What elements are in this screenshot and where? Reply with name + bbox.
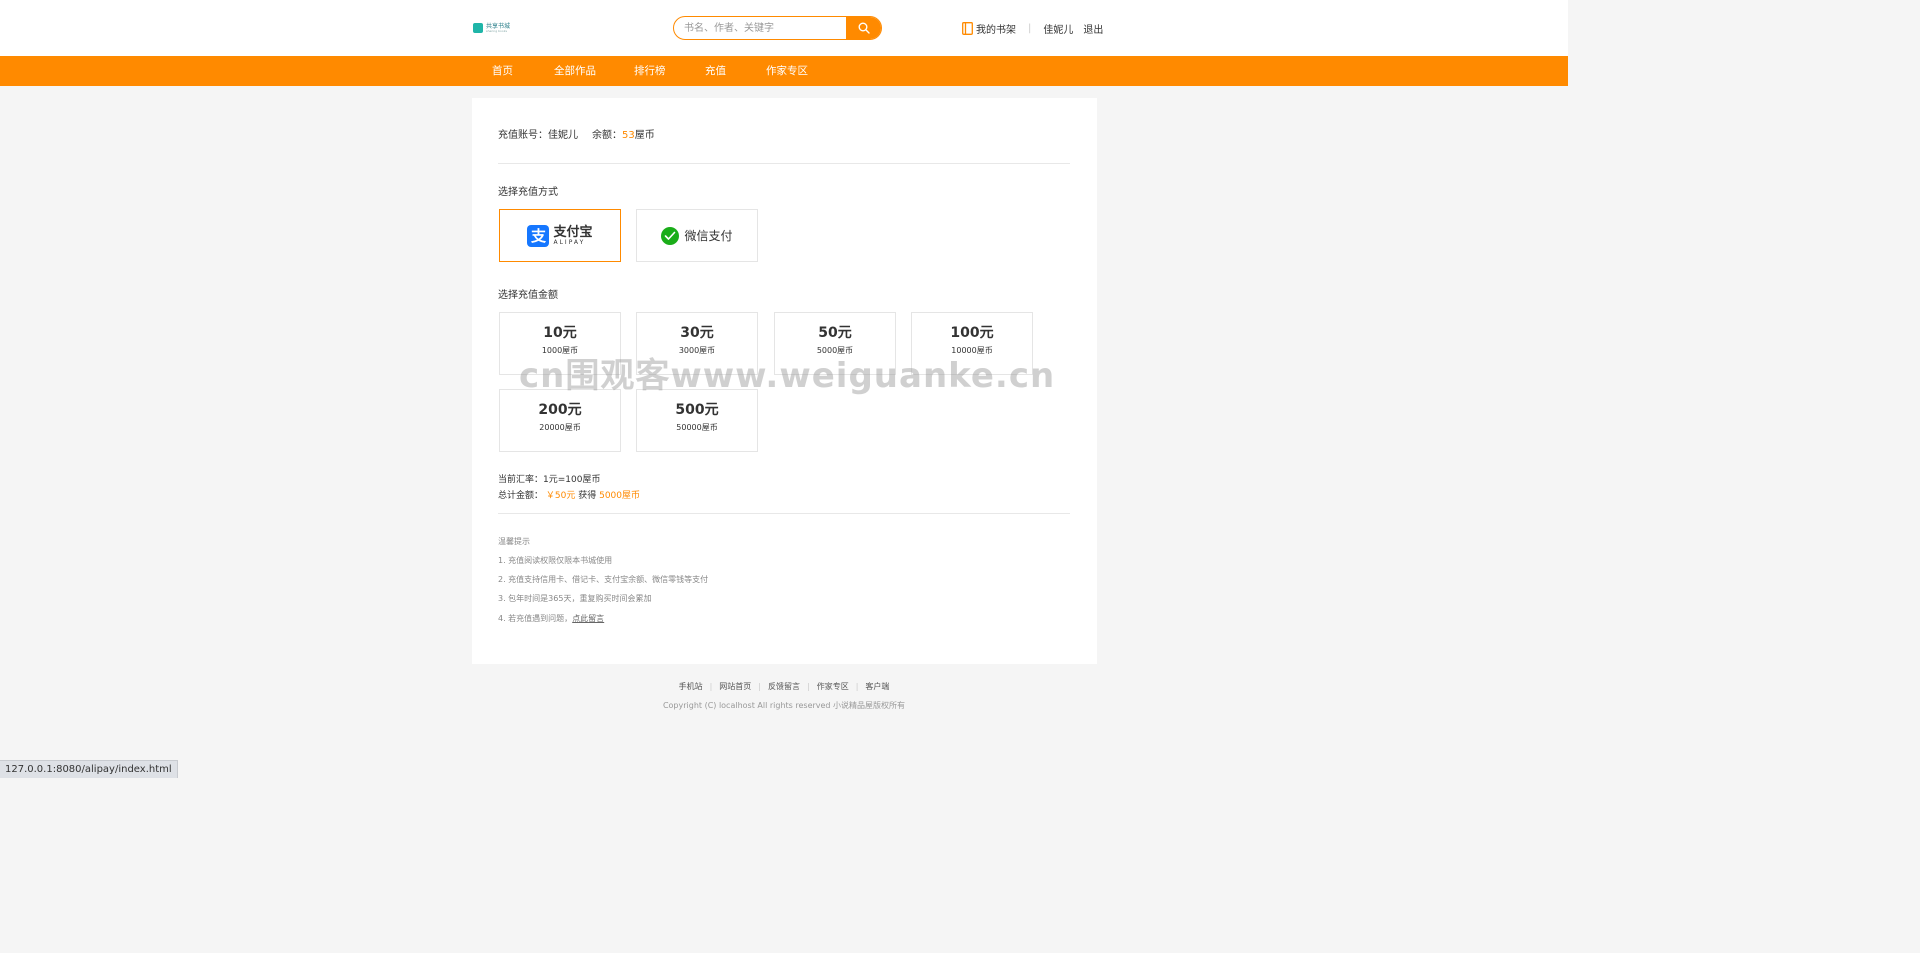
amount-coins: 5000屋币 [816, 346, 854, 355]
rate-value: 1元=100屋币 [543, 475, 601, 485]
alipay-label: 支付宝 [553, 224, 593, 240]
balance-label: 余额： [592, 130, 622, 141]
logout-link[interactable]: 退出 [1083, 21, 1103, 36]
amount-coins: 10000屋币 [951, 346, 993, 355]
bookshelf-icon [962, 21, 973, 35]
rate-label: 当前汇率： [498, 475, 544, 485]
logo-subtext: sharing books [486, 28, 508, 33]
tip-line: 2. 充值支持信用卡、借记卡、支付宝余额、微信零钱等支付 [498, 575, 709, 584]
get-value: 5000屋币 [599, 491, 641, 501]
footer-link-home[interactable]: 网站首页 [719, 682, 751, 691]
nav-item-recharge[interactable]: 充值 [705, 56, 726, 86]
amount-coins: 1000屋币 [541, 346, 579, 355]
search-button[interactable] [846, 17, 881, 39]
watermark: cn围观客www.weiguanke.cn [519, 356, 1056, 396]
username-link[interactable]: 佳妮儿 [1043, 21, 1073, 36]
exchange-rate: 当前汇率：1元=100屋币 [498, 472, 600, 485]
alipay-icon: 支 [527, 224, 550, 247]
divider: | [1028, 22, 1032, 34]
amount-title: 选择充值金额 [498, 290, 558, 301]
footer-link-author-zone[interactable]: 作家专区 [817, 682, 849, 691]
divider [498, 163, 1070, 164]
amount-coins: 20000屋币 [539, 423, 581, 432]
footer-link-mobile[interactable]: 手机站 [679, 682, 703, 691]
divider [498, 513, 1070, 514]
nav-item-rankings[interactable]: 排行榜 [634, 56, 666, 86]
my-bookshelf-link[interactable]: 我的书架 [962, 21, 1016, 36]
search-input[interactable] [674, 17, 846, 39]
tip-line: 3. 包年时间是365天，重复购买时间会累加 [498, 594, 652, 603]
search-bar [673, 16, 882, 40]
amount-coins: 3000屋币 [678, 346, 716, 355]
amount-option-500[interactable]: 500元 50000屋币 [636, 389, 758, 452]
amount-option-200[interactable]: 200元 20000屋币 [499, 389, 621, 452]
book-logo-icon [473, 23, 483, 33]
footer-link-feedback[interactable]: 反馈留言 [768, 682, 800, 691]
total-amount: 总计金额： ￥50元 获得 5000屋币 [498, 488, 640, 501]
tip-line: 1. 充值阅读权限仅限本书城使用 [498, 556, 613, 565]
amount-yuan: 10元 [543, 325, 577, 341]
amount-yuan: 100元 [950, 325, 994, 341]
payment-method-title: 选择充值方式 [498, 187, 558, 198]
wechat-icon [661, 226, 680, 245]
wechat-pay-option[interactable]: 微信支付 [636, 209, 758, 262]
get-label: 获得 [578, 491, 597, 501]
main-nav: 首页 全部作品 排行榜 充值 作家专区 [0, 56, 1568, 86]
copyright: Copyright (C) localhost All rights reser… [662, 701, 906, 710]
alipay-en-label: ALIPAY [553, 238, 586, 246]
browser-status-url: 127.0.0.1:8080/alipay/index.html [0, 760, 178, 778]
balance-value: 53 [622, 130, 635, 141]
nav-item-all-works[interactable]: 全部作品 [554, 56, 596, 86]
total-label: 总计金额： [498, 491, 544, 501]
wechat-pay-label: 微信支付 [684, 229, 733, 243]
tip-line: 4. 若充值遇到问题，点此留言 [498, 614, 605, 623]
amount-yuan: 500元 [675, 402, 719, 418]
account-name: 佳妮儿 [548, 130, 578, 141]
search-icon [858, 22, 870, 34]
tips-title: 温馨提示 [498, 537, 530, 546]
nav-item-home[interactable]: 首页 [492, 56, 513, 86]
amount-yuan: 50元 [818, 325, 852, 341]
amount-yuan: 200元 [538, 402, 582, 418]
leave-message-link[interactable]: 点此留言 [572, 614, 604, 623]
amount-coins: 50000屋币 [676, 423, 718, 432]
total-value: ￥50元 [545, 491, 576, 501]
my-bookshelf-label: 我的书架 [976, 24, 1016, 36]
site-header: 共享书城 sharing books 我的书架 | 佳妮儿 退出 [0, 0, 1568, 56]
footer-link-client[interactable]: 客户端 [865, 682, 889, 691]
balance-unit: 屋币 [634, 130, 655, 141]
footer-links: 手机站 | 网站首页 | 反馈留言 | 作家专区 | 客户端 [678, 682, 890, 691]
nav-item-author-zone[interactable]: 作家专区 [766, 56, 808, 86]
site-logo[interactable]: 共享书城 sharing books [473, 20, 513, 36]
amount-yuan: 30元 [680, 325, 714, 341]
account-info: 充值账号：佳妮儿 余额：53屋币 [498, 126, 655, 141]
account-label: 充值账号： [498, 130, 548, 141]
user-bar: 我的书架 | 佳妮儿 退出 [962, 20, 1103, 36]
alipay-option[interactable]: 支 支付宝 ALIPAY [499, 209, 621, 262]
